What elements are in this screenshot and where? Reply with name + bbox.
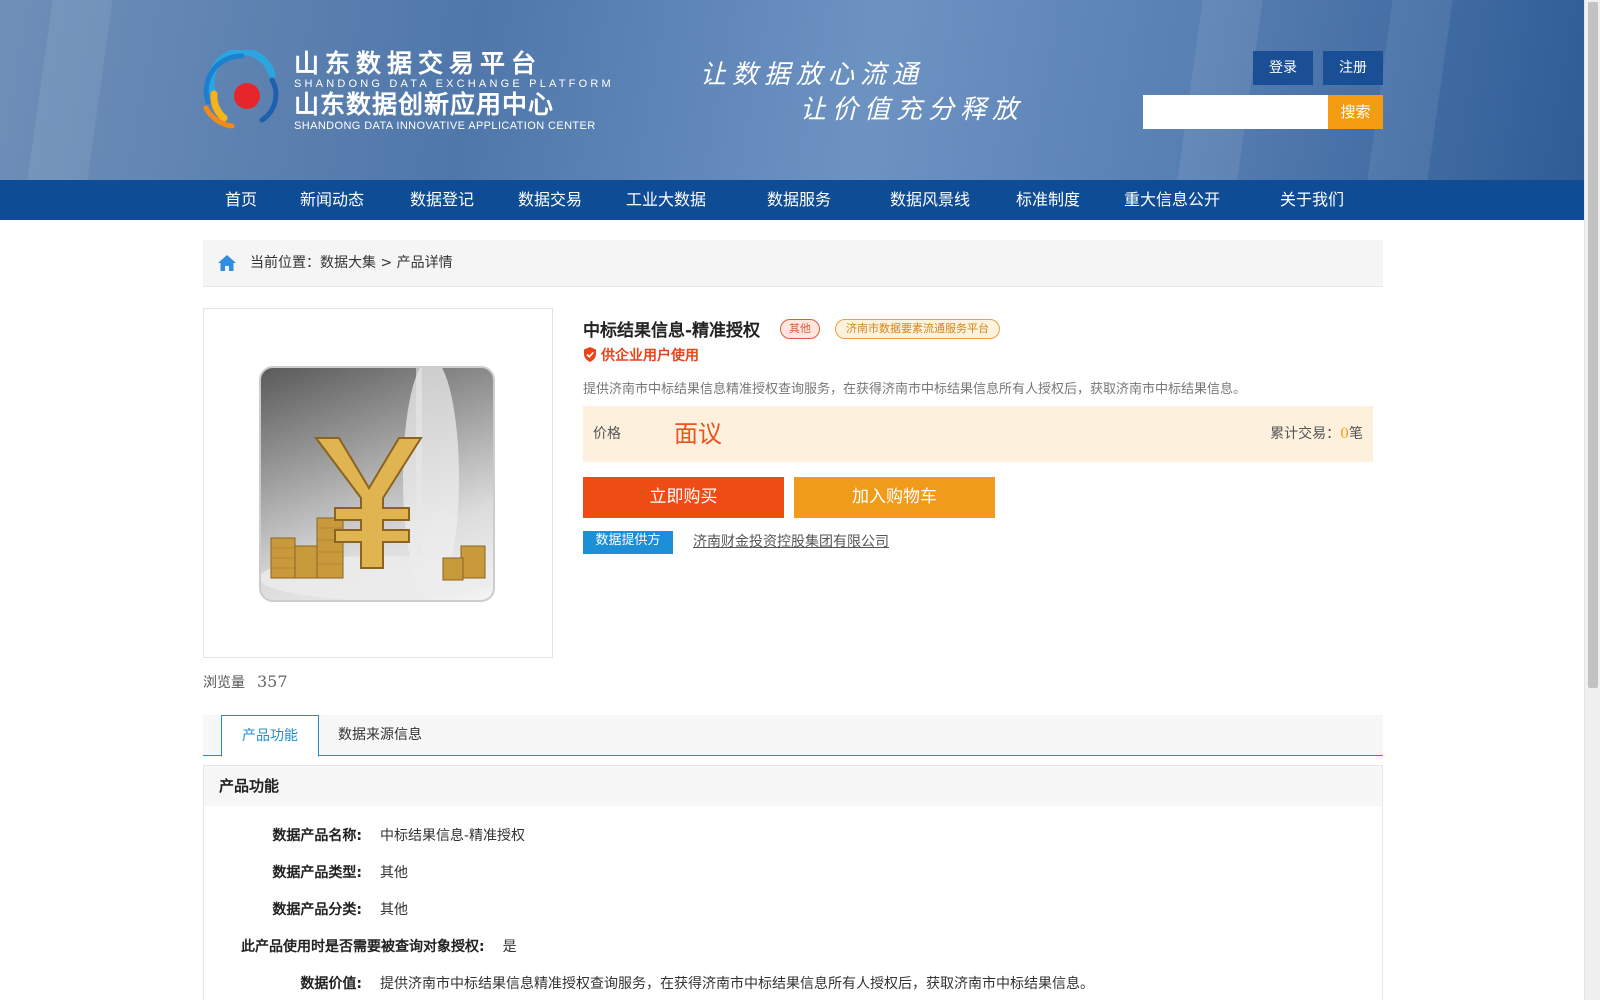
nav-item-industrial-big-data[interactable]: 工业大数据 (626, 180, 706, 220)
logo-subtitle-en: SHANDONG DATA INNOVATIVE APPLICATION CEN… (294, 120, 596, 132)
breadcrumb-current: 产品详情 (396, 255, 453, 271)
price-panel: 价格 面议 累计交易：0笔 (583, 406, 1373, 462)
nav-item-home[interactable]: 首页 (225, 180, 257, 220)
audience-text: 供企业用户使用 (601, 348, 699, 364)
product-image (259, 366, 495, 602)
product-description: 提供济南市中标结果信息精准授权查询服务，在获得济南市中标结果信息所有人授权后，获… (583, 382, 1247, 397)
feature-key: 此产品使用时是否需要被查询对象授权: (241, 939, 485, 955)
provider-link[interactable]: 济南财金投资控股集团有限公司 (693, 531, 889, 551)
feature-row: 数据价值: 提供济南市中标结果信息精准授权查询服务，在获得济南市中标结果信息所有人… (234, 973, 1094, 993)
feature-key: 数据产品类型: (272, 865, 362, 881)
header-decoration (1177, 0, 1263, 180)
trade-count-unit: 笔 (1349, 426, 1363, 442)
breadcrumb-link-data-market[interactable]: 数据大集 (320, 255, 376, 271)
product-type-badge: 其他 (780, 319, 820, 339)
header-decoration (1367, 0, 1453, 180)
feature-row: 数据产品分类: 其他 (234, 899, 408, 919)
provider-label-badge: 数据提供方 (583, 531, 673, 554)
logo-title-en: SHANDONG DATA EXCHANGE PLATFORM (294, 78, 614, 90)
feature-value: 是 (502, 939, 517, 955)
scrollbar-thumb[interactable] (1588, 2, 1598, 688)
logo-text: 山东数据交易平台 SHANDONG DATA EXCHANGE PLATFORM… (294, 49, 614, 133)
breadcrumb-text: 当前位置：数据大集 > 产品详情 (250, 240, 453, 287)
yuan-coins-illustration (261, 368, 493, 600)
nav-item-data-trade[interactable]: 数据交易 (518, 180, 582, 220)
add-to-cart-button[interactable]: 加入购物车 (794, 477, 995, 518)
search-input[interactable] (1143, 95, 1328, 129)
feature-value: 其他 (380, 902, 408, 918)
product-function-heading: 产品功能 (204, 766, 1382, 806)
register-button[interactable]: 注册 (1323, 51, 1383, 85)
feature-value: 中标结果信息-精准授权 (380, 828, 526, 844)
nav-item-disclosure[interactable]: 重大信息公开 (1124, 180, 1220, 220)
tab-product-function[interactable]: 产品功能 (221, 715, 319, 757)
product-image-box (203, 308, 553, 658)
slogan-line-1: 让数据放心流通 (700, 60, 925, 90)
feature-row: 数据产品类型: 其他 (234, 862, 408, 882)
feature-value: 其他 (380, 865, 408, 881)
view-count: 浏览量 357 (203, 672, 288, 692)
main-nav: 首页 新闻动态 数据登记 数据交易 工业大数据 数据服务 数据风景线 标准制度 … (0, 180, 1584, 220)
breadcrumb-prefix: 当前位置： (250, 255, 320, 271)
shield-check-icon (584, 347, 596, 362)
nav-item-data-service[interactable]: 数据服务 (767, 180, 831, 220)
nav-item-standards[interactable]: 标准制度 (1016, 180, 1080, 220)
trade-count: 累计交易：0笔 (1270, 406, 1363, 462)
view-count-label: 浏览量 (203, 675, 245, 691)
nav-item-data-registration[interactable]: 数据登记 (410, 180, 474, 220)
platform-badge: 济南市数据要素流通服务平台 (835, 319, 1000, 339)
product-function-panel: 产品功能 数据产品名称: 中标结果信息-精准授权 数据产品类型: 其他 数据产品分类… (203, 765, 1383, 1000)
product-title: 中标结果信息-精准授权 (583, 321, 761, 341)
price-value: 面议 (674, 420, 722, 448)
feature-key: 数据价值: (300, 976, 362, 992)
tab-data-source[interactable]: 数据来源信息 (338, 715, 422, 756)
logo-subtitle-cn: 山东数据创新应用中心 (294, 90, 555, 119)
feature-key: 数据产品分类: (272, 902, 362, 918)
nav-item-about-us[interactable]: 关于我们 (1280, 180, 1344, 220)
breadcrumb-separator: > (376, 255, 397, 271)
nav-item-data-landscape[interactable]: 数据风景线 (890, 180, 970, 220)
feature-row: 数据产品名称: 中标结果信息-精准授权 (234, 825, 525, 845)
slogan-line-2: 让价值充分释放 (800, 95, 1025, 125)
login-button[interactable]: 登录 (1253, 51, 1313, 85)
page-scrollbar[interactable] (1584, 0, 1600, 1000)
feature-row: 此产品使用时是否需要被查询对象授权: 是 (241, 936, 517, 956)
buy-now-button[interactable]: 立即购买 (583, 477, 784, 518)
header-decoration (27, 0, 113, 180)
home-icon (218, 255, 236, 271)
nav-item-news[interactable]: 新闻动态 (300, 180, 364, 220)
view-count-value: 357 (257, 672, 288, 691)
feature-key: 数据产品名称: (272, 828, 362, 844)
detail-tabs: 产品功能 数据来源信息 (203, 715, 1383, 757)
trade-count-label: 累计交易： (1270, 426, 1341, 442)
breadcrumb: 当前位置：数据大集 > 产品详情 (203, 240, 1383, 287)
price-label: 价格 (593, 426, 621, 442)
trade-count-value: 0 (1340, 426, 1349, 442)
site-header: 山东数据交易平台 SHANDONG DATA EXCHANGE PLATFORM… (0, 0, 1584, 180)
logo-icon[interactable] (202, 50, 282, 130)
logo-title-cn: 山东数据交易平台 (294, 49, 543, 78)
audience-note: 供企业用户使用 (583, 345, 699, 365)
feature-value: 提供济南市中标结果信息精准授权查询服务，在获得济南市中标结果信息所有人授权后，获… (380, 976, 1094, 992)
search-button[interactable]: 搜索 (1328, 95, 1383, 129)
